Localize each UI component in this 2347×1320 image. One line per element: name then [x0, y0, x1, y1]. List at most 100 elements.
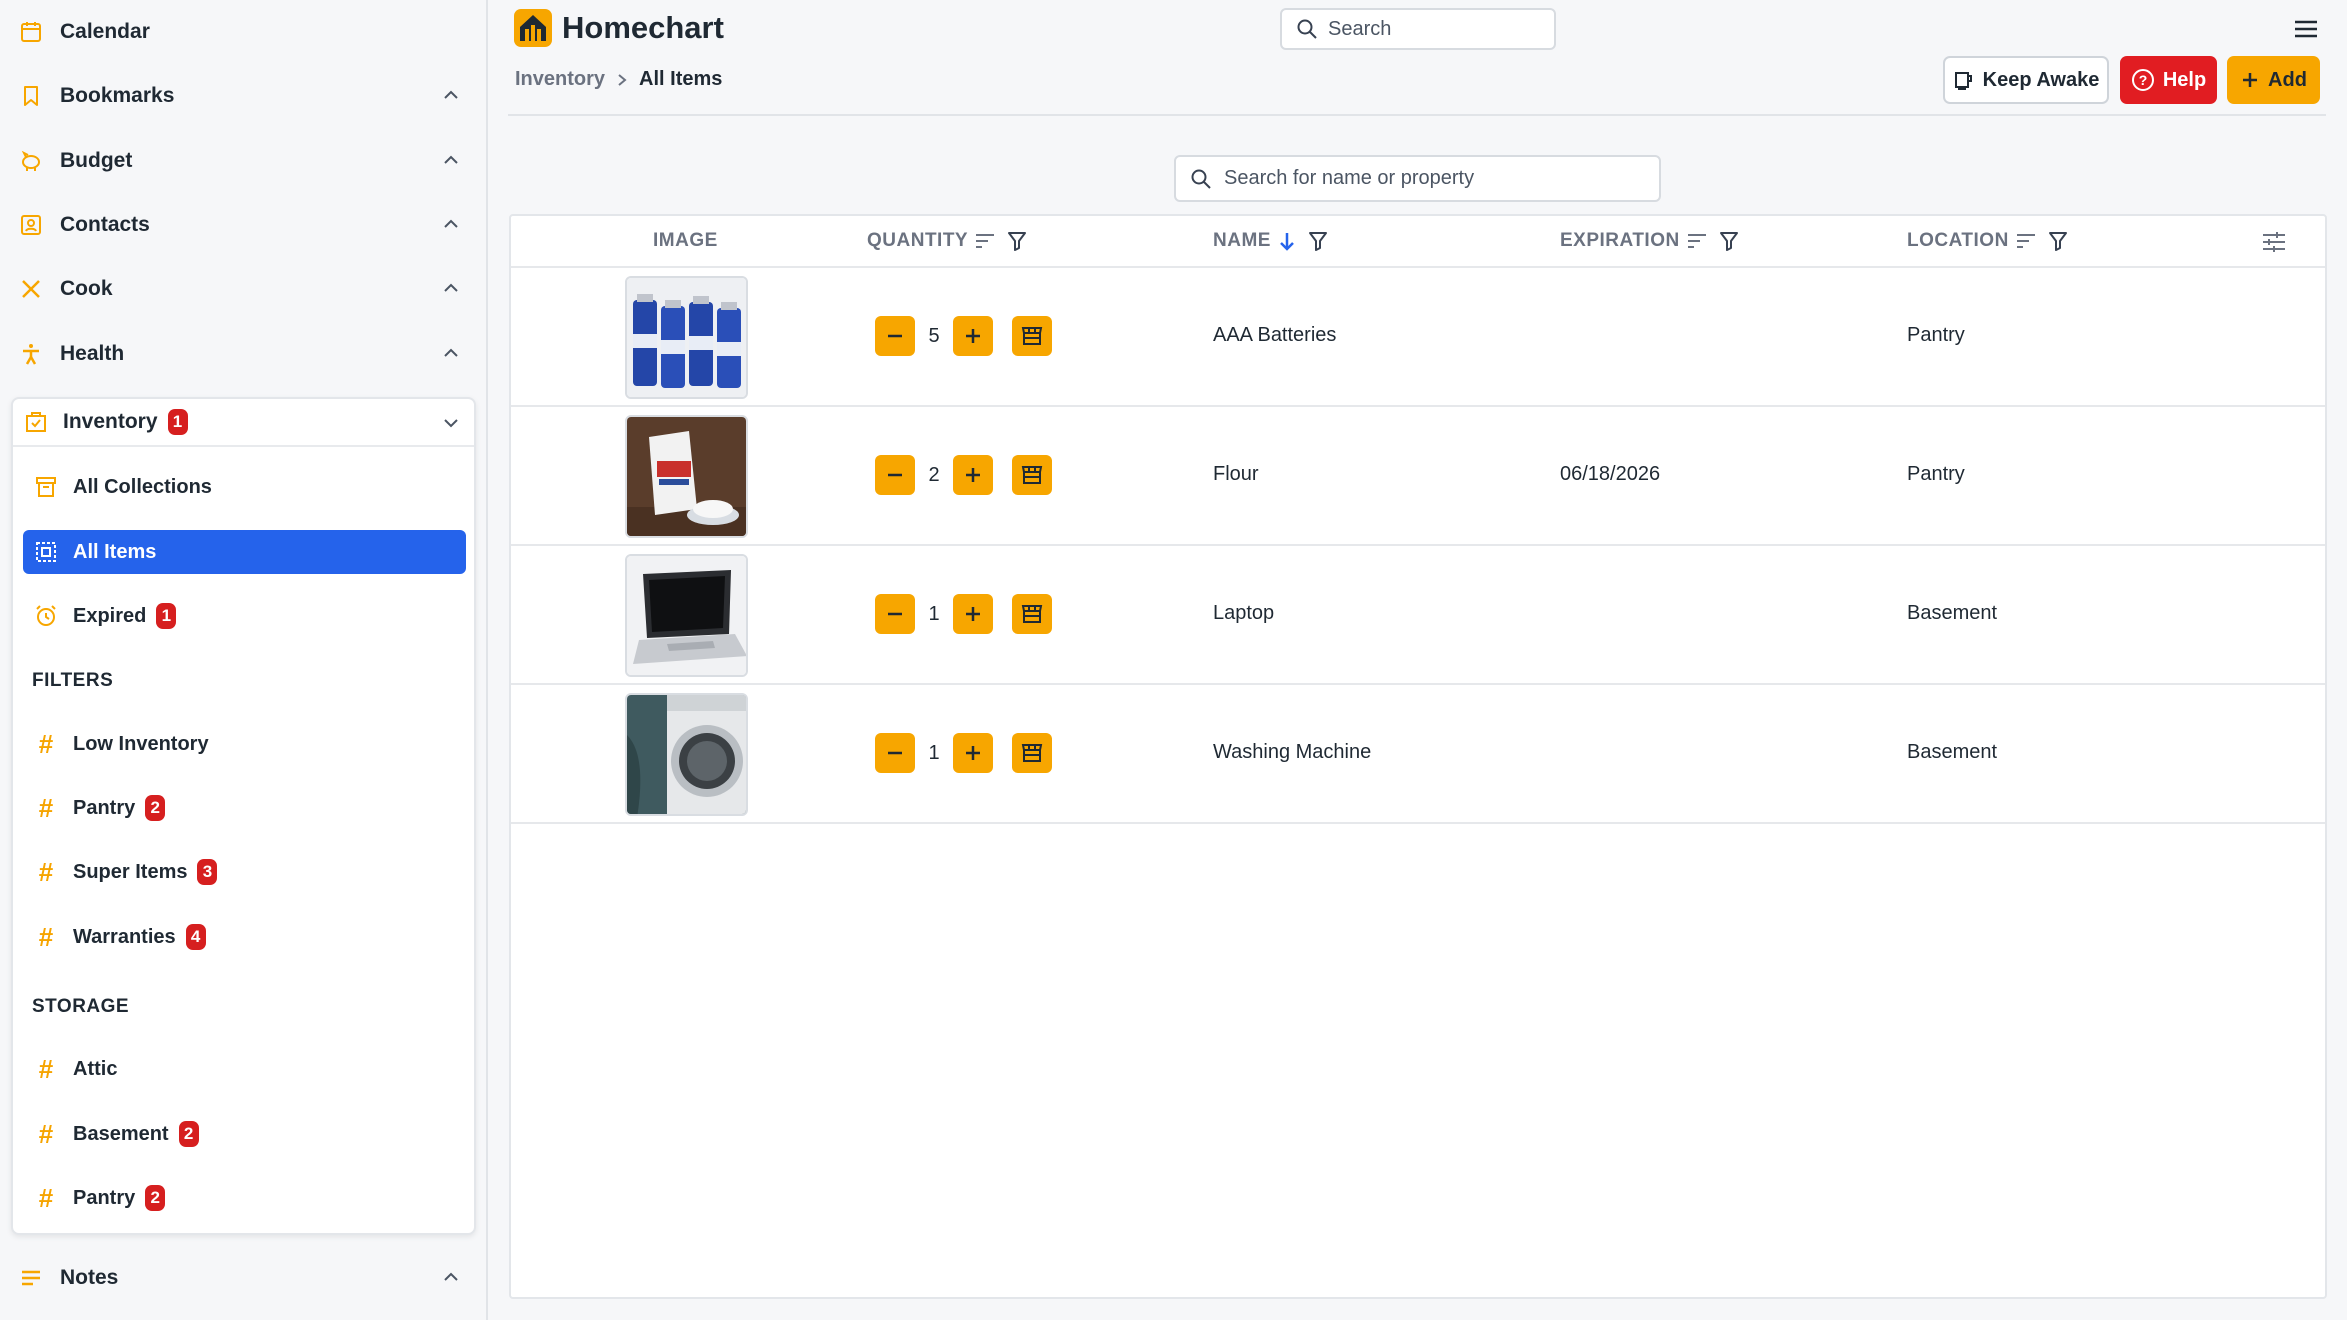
item-image-laptop[interactable] [625, 554, 748, 677]
sidebar-item-label: Calendar [60, 20, 150, 43]
storage-pantry[interactable]: # Pantry 2 [23, 1176, 466, 1220]
chevron-up-icon[interactable] [440, 277, 462, 299]
sort-icon[interactable] [974, 232, 996, 250]
item-image-flour[interactable] [625, 415, 748, 538]
plus-icon [966, 746, 980, 760]
filter-icon[interactable] [1006, 230, 1028, 252]
count-badge: 2 [145, 1185, 166, 1211]
storage-attic[interactable]: # Attic [23, 1047, 466, 1091]
sidebar-item-all-items[interactable]: All Items [23, 530, 466, 574]
chevron-down-icon[interactable] [440, 412, 462, 434]
quantity-stepper: 1 [875, 594, 1052, 634]
keep-awake-button[interactable]: Keep Awake [1943, 56, 2109, 104]
column-quantity[interactable]: QUANTITY [867, 230, 1028, 252]
table-row[interactable]: 1 Laptop Basement [511, 546, 2325, 685]
increment-button[interactable] [953, 594, 993, 634]
sidebar-item-bookmarks[interactable]: Bookmarks [0, 66, 488, 126]
hashtag-icon: # [38, 921, 54, 952]
filter-warranties[interactable]: # Warranties 4 [23, 915, 466, 959]
sidebar-item-cook[interactable]: Cook [0, 259, 488, 319]
filter-icon[interactable] [1718, 230, 1740, 252]
header-divider [508, 114, 2326, 116]
top-bar: Homechart Search Inventory All Items Kee… [490, 0, 2347, 116]
item-name[interactable]: AAA Batteries [1213, 324, 1336, 347]
decrement-button[interactable] [875, 455, 915, 495]
hashtag-icon: # [38, 728, 54, 759]
inventory-panel: Inventory 1 All Collections All Items Ex… [11, 397, 476, 1235]
filter-label: Pantry [73, 796, 136, 819]
sort-icon[interactable] [1686, 232, 1708, 250]
sidebar-item-label: Inventory [63, 410, 158, 433]
item-name[interactable]: Laptop [1213, 602, 1274, 625]
arrow-down-icon[interactable] [1277, 230, 1297, 252]
increment-button[interactable] [953, 316, 993, 356]
column-label: QUANTITY [867, 230, 969, 251]
shopping-list-button[interactable] [1012, 316, 1052, 356]
keep-awake-label: Keep Awake [1982, 68, 2100, 91]
minus-icon [888, 612, 902, 616]
hashtag-icon: # [38, 1053, 54, 1084]
chevron-up-icon[interactable] [440, 1266, 462, 1288]
filter-pantry[interactable]: # Pantry 2 [23, 786, 466, 830]
column-location[interactable]: LOCATION [1907, 230, 2069, 252]
item-location: Pantry [1907, 463, 1965, 485]
chevron-up-icon[interactable] [440, 342, 462, 364]
shopping-list-button[interactable] [1012, 733, 1052, 773]
filter-low-inventory[interactable]: # Low Inventory [23, 722, 466, 766]
chevron-up-icon[interactable] [440, 84, 462, 106]
sidebar-item-calendar[interactable]: Calendar [0, 2, 488, 62]
sidebar-item-notes[interactable]: Notes [0, 1248, 488, 1308]
plus-icon [966, 468, 980, 482]
filter-label: Low Inventory [73, 732, 209, 755]
item-name[interactable]: Flour [1213, 463, 1259, 486]
shopping-list-button[interactable] [1012, 455, 1052, 495]
item-name[interactable]: Washing Machine [1213, 741, 1371, 764]
sidebar-item-inventory[interactable]: Inventory 1 [13, 399, 474, 447]
sidebar-item-contacts[interactable]: Contacts [0, 195, 488, 255]
column-expiration[interactable]: EXPIRATION [1560, 230, 1740, 252]
column-name[interactable]: NAME [1213, 230, 1329, 252]
table-search-input[interactable]: Search for name or property [1174, 155, 1661, 202]
sidebar-item-expired[interactable]: Expired 1 [23, 594, 466, 638]
chevron-up-icon[interactable] [440, 213, 462, 235]
app-logo[interactable]: Homechart [514, 9, 724, 47]
column-settings-icon[interactable] [2261, 230, 2287, 254]
increment-button[interactable] [953, 733, 993, 773]
item-image-washer[interactable] [625, 693, 748, 816]
hashtag-icon: # [38, 1118, 54, 1149]
item-expiration: 06/18/2026 [1560, 463, 1661, 485]
sidebar: Calendar Bookmarks Budget Contacts Cook [0, 0, 488, 1320]
item-image-batteries[interactable] [625, 276, 748, 399]
store-icon [1021, 744, 1043, 762]
quantity-stepper: 2 [875, 455, 1052, 495]
menu-icon[interactable] [2293, 18, 2319, 40]
table-row[interactable]: 5 AAA Batteries Pantry [511, 268, 2325, 407]
decrement-button[interactable] [875, 594, 915, 634]
minus-icon [888, 473, 902, 477]
sidebar-item-budget[interactable]: Budget [0, 131, 488, 191]
count-badge: 2 [145, 795, 166, 821]
help-button[interactable]: ? Help [2120, 56, 2217, 104]
breadcrumb-inventory[interactable]: Inventory [515, 68, 605, 91]
shopping-list-button[interactable] [1012, 594, 1052, 634]
increment-button[interactable] [953, 455, 993, 495]
decrement-button[interactable] [875, 316, 915, 356]
app-name: Homechart [562, 10, 724, 45]
global-search-input[interactable]: Search [1280, 8, 1556, 50]
item-location: Pantry [1907, 324, 1965, 346]
chevron-up-icon[interactable] [440, 149, 462, 171]
storage-basement[interactable]: # Basement 2 [23, 1112, 466, 1156]
table-row[interactable]: 2 Flour 06/18/2026 Pantry [511, 407, 2325, 546]
add-button[interactable]: Add [2227, 56, 2320, 104]
filter-super-items[interactable]: # Super Items 3 [23, 850, 466, 894]
decrement-button[interactable] [875, 733, 915, 773]
sort-icon[interactable] [2015, 232, 2037, 250]
sidebar-item-health[interactable]: Health [0, 324, 488, 384]
plus-icon [966, 607, 980, 621]
table-row[interactable]: 1 Washing Machine Basement [511, 685, 2325, 824]
sidebar-item-label: Notes [60, 1266, 119, 1289]
filter-icon[interactable] [2047, 230, 2069, 252]
sidebar-item-all-collections[interactable]: All Collections [23, 465, 466, 509]
filter-icon[interactable] [1307, 230, 1329, 252]
store-icon [1021, 327, 1043, 345]
